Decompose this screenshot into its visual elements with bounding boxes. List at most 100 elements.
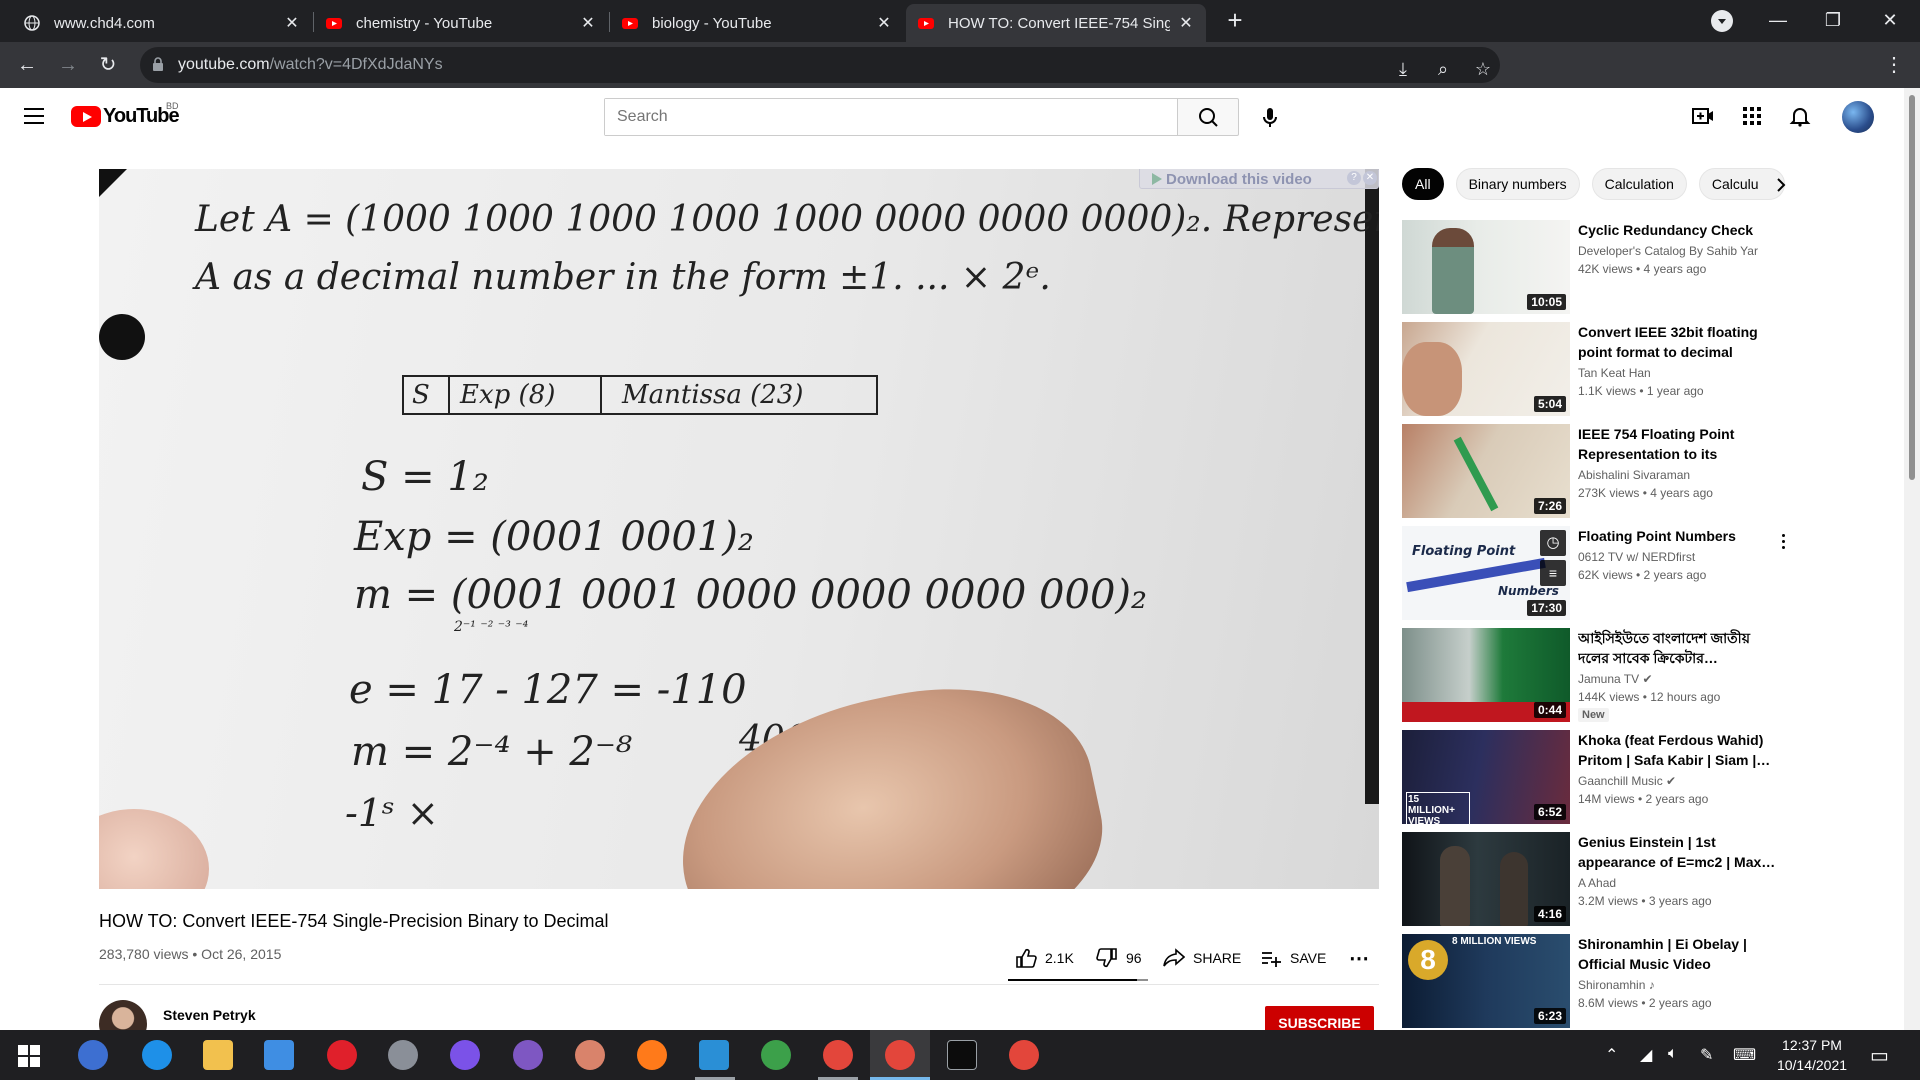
related-video-item[interactable]: 10:05 Cyclic Redundancy Check Developer'… (1402, 220, 1782, 314)
messenger-taskbar-icon[interactable] (450, 1040, 480, 1070)
video-thumbnail[interactable]: 0:44 (1402, 628, 1570, 722)
tab-search-icon[interactable] (1711, 10, 1733, 32)
tab-close-button[interactable]: ✕ (284, 13, 300, 33)
account-avatar[interactable] (1842, 101, 1874, 133)
vscode-taskbar-icon[interactable] (699, 1040, 729, 1070)
network-icon[interactable]: ◢ (1640, 1045, 1652, 1065)
terminal-taskbar-icon[interactable] (947, 1040, 977, 1070)
tray-chevron-up-icon[interactable]: ⌃ (1605, 1045, 1618, 1065)
zoom-icon[interactable]: ⌕ (1432, 58, 1454, 80)
back-button[interactable]: ← (15, 53, 39, 77)
scrollbar-thumb[interactable] (1909, 95, 1915, 480)
related-video-channel[interactable]: Abishalini Sivaraman (1578, 468, 1690, 482)
related-video-channel[interactable]: Tan Keat Han (1578, 366, 1651, 380)
video-player[interactable]: Let A = (1000 1000 1000 1000 1000 0000 0… (99, 169, 1379, 889)
tab-ieee754-active[interactable]: HOW TO: Convert IEEE-754 Single ✕ (906, 4, 1206, 42)
mail-taskbar-icon[interactable] (264, 1040, 294, 1070)
close-download-bar-button[interactable]: ✕ (1363, 171, 1377, 185)
like-button[interactable]: 2.1K (1015, 948, 1074, 968)
related-video-channel[interactable]: A Ahad (1578, 876, 1616, 890)
more-options-icon[interactable] (1782, 534, 1786, 550)
new-tab-button[interactable]: + (1222, 7, 1248, 34)
search-button[interactable] (1177, 98, 1239, 136)
volume-icon[interactable]: 🔈︎ (1668, 1045, 1678, 1063)
search-input[interactable] (605, 99, 1177, 135)
more-actions-icon[interactable]: ⋯ (1349, 948, 1369, 970)
create-video-icon[interactable] (1691, 104, 1715, 128)
related-video-channel[interactable]: Developer's Catalog By Sahib Yar (1578, 244, 1758, 258)
video-thumbnail[interactable]: 15 MILLION+ VIEWS 6:52 (1402, 730, 1570, 824)
chrome-active-taskbar-icon[interactable] (885, 1040, 915, 1070)
related-video-item[interactable]: 0:44 আইসিইউতে বাংলাদেশ জাতীয় দলের সাবেক… (1402, 628, 1782, 722)
chrome-taskbar-icon[interactable] (823, 1040, 853, 1070)
apps-grid-icon[interactable] (1740, 104, 1764, 128)
video-thumbnail[interactable]: 4:16 (1402, 832, 1570, 926)
add-to-queue-icon[interactable]: ≡ (1540, 560, 1566, 586)
share-button[interactable]: SHARE (1163, 948, 1241, 968)
related-video-channel[interactable]: Gaanchill Music ✔ (1578, 774, 1676, 788)
tab-close-button[interactable]: ✕ (580, 13, 596, 33)
tab-chemistry[interactable]: chemistry - YouTube ✕ (314, 4, 608, 42)
file-explorer-taskbar-icon[interactable] (203, 1040, 233, 1070)
channel-name[interactable]: Steven Petryk (163, 1007, 256, 1023)
minimize-button[interactable]: — (1758, 6, 1798, 34)
windows-start-icon[interactable] (18, 1045, 40, 1067)
related-video-item[interactable]: 7:26 IEEE 754 Floating Point Representat… (1402, 424, 1782, 518)
chrome-profile-taskbar-icon[interactable] (1009, 1040, 1039, 1070)
related-video-title[interactable]: Cyclic Redundancy Check (1578, 220, 1778, 240)
save-button[interactable]: SAVE (1260, 948, 1326, 968)
search-field[interactable] (604, 98, 1178, 136)
reload-button[interactable]: ↻ (96, 53, 120, 77)
subscribe-button[interactable]: SUBSCRIBE (1265, 1006, 1374, 1030)
bookmark-star-icon[interactable]: ☆ (1472, 58, 1494, 80)
chip-calculation[interactable]: Calculation (1591, 168, 1687, 200)
tab-close-button[interactable]: ✕ (1178, 13, 1194, 33)
taskbar-clock[interactable]: 12:37 PM 10/14/2021 (1767, 1035, 1857, 1075)
notification-center-icon[interactable]: ▭ (1870, 1043, 1889, 1068)
help-button[interactable]: ? (1347, 171, 1361, 185)
hamburger-menu-icon[interactable] (24, 108, 44, 124)
related-video-item[interactable]: 15 MILLION+ VIEWS 6:52 Khoka (feat Ferdo… (1402, 730, 1782, 824)
tool-taskbar-icon[interactable] (388, 1040, 418, 1070)
watch-later-icon[interactable]: ◷ (1540, 530, 1566, 556)
related-video-title[interactable]: IEEE 754 Floating Point Representation t… (1578, 424, 1778, 464)
tab-close-button[interactable]: ✕ (876, 13, 892, 33)
video-thumbnail[interactable]: 10:05 (1402, 220, 1570, 314)
app-taskbar-icon[interactable] (78, 1040, 108, 1070)
keyboard-icon[interactable]: ⌨ (1733, 1045, 1756, 1065)
forward-button[interactable]: → (56, 53, 80, 77)
address-bar[interactable]: youtube.com/watch?v=4DfXdJdaNYs ⤓ ⌕ ☆ (140, 47, 1500, 83)
related-video-title[interactable]: Floating Point Numbers (1578, 526, 1778, 546)
dislike-button[interactable]: 96 (1096, 948, 1142, 968)
related-video-channel[interactable]: Jamuna TV ✔ (1578, 672, 1653, 686)
app-taskbar-icon[interactable] (761, 1040, 791, 1070)
related-video-title[interactable]: Khoka (feat Ferdous Wahid) Pritom | Safa… (1578, 730, 1778, 770)
github-taskbar-icon[interactable] (513, 1040, 543, 1070)
opera-taskbar-icon[interactable] (327, 1040, 357, 1070)
download-video-bar[interactable]: Download this video ? ✕ (1139, 169, 1379, 189)
install-icon[interactable]: ⤓ (1392, 58, 1414, 80)
related-video-title[interactable]: আইসিইউতে বাংলাদেশ জাতীয় দলের সাবেক ক্রি… (1578, 628, 1778, 668)
paint-taskbar-icon[interactable] (575, 1040, 605, 1070)
related-video-item[interactable]: 8 8 MILLION VIEWS 6:23 Shironamhin | Ei … (1402, 934, 1782, 1028)
youtube-logo[interactable]: YouTube BD (71, 101, 180, 128)
video-thumbnail[interactable]: 7:26 (1402, 424, 1570, 518)
firefox-taskbar-icon[interactable] (637, 1040, 667, 1070)
chip-binary-numbers[interactable]: Binary numbers (1455, 168, 1580, 200)
related-video-item[interactable]: 5:04 Convert IEEE 32bit floating point f… (1402, 322, 1782, 416)
tab-chd4[interactable]: www.chd4.com ✕ (12, 4, 312, 42)
chevron-right-icon[interactable] (1772, 176, 1790, 194)
video-thumbnail[interactable]: 5:04 (1402, 322, 1570, 416)
related-video-title[interactable]: Convert IEEE 32bit floating point format… (1578, 322, 1778, 362)
related-video-item[interactable]: Floating Point Numbers ◷ ≡ 17:30 Floatin… (1402, 526, 1785, 620)
related-video-channel[interactable]: 0612 TV w/ NERDfirst (1578, 550, 1695, 564)
voice-search-button[interactable] (1254, 101, 1286, 133)
maximize-button[interactable]: ❐ (1813, 6, 1853, 34)
pen-tray-icon[interactable]: ✎ (1700, 1045, 1713, 1065)
related-video-channel[interactable]: Shironamhin ♪ (1578, 978, 1655, 992)
browser-menu-icon[interactable]: ⋮ (1882, 53, 1906, 77)
edge-taskbar-icon[interactable] (142, 1040, 172, 1070)
related-video-item[interactable]: 4:16 Genius Einstein | 1st appearance of… (1402, 832, 1782, 926)
video-thumbnail[interactable]: 8 8 MILLION VIEWS 6:23 (1402, 934, 1570, 1028)
notifications-bell-icon[interactable] (1788, 104, 1812, 128)
